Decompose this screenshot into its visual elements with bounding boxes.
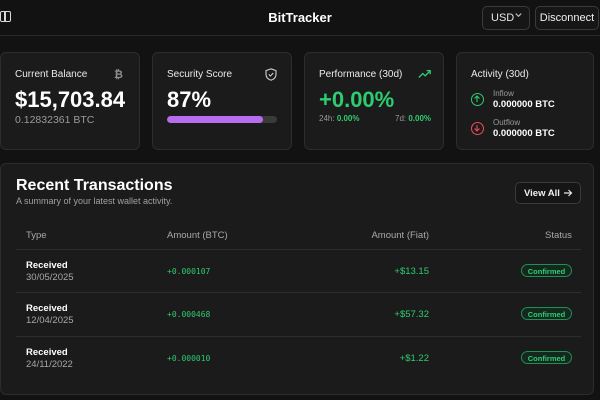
outflow-item: Outflow 0.000000 BTC — [471, 118, 591, 144]
view-all-label: View All — [524, 188, 560, 199]
balance-btc: 0.12832361 BTC — [15, 114, 95, 126]
balance-value: $15,703.84 — [15, 87, 126, 112]
transactions-subtitle: A summary of your latest wallet activity… — [16, 196, 173, 206]
chevron-down-icon — [515, 13, 522, 18]
currency-value: USD — [491, 12, 515, 24]
performance-24h: 24h: 0.00% — [319, 114, 360, 123]
tx-fiat-amount: +$13.15 — [394, 266, 429, 277]
status-badge: Confirmed — [521, 264, 572, 277]
view-all-button[interactable]: View All — [515, 182, 581, 204]
col-status-header: Status — [545, 230, 572, 241]
tx-date: 24/11/2022 — [26, 359, 73, 370]
tx-btc-amount: +0.000107 — [167, 267, 211, 276]
col-fiat-header: Amount (Fiat) — [371, 230, 429, 241]
activity-label: Activity (30d) — [471, 69, 529, 80]
inflow-label: Inflow — [493, 89, 514, 98]
outflow-value: 0.000000 BTC — [493, 128, 555, 139]
balance-label: Current Balance — [15, 69, 88, 80]
currency-select[interactable]: USD — [482, 6, 530, 30]
col-type-header: Type — [26, 230, 47, 241]
transactions-title: Recent Transactions — [16, 177, 173, 194]
outflow-label: Outflow — [493, 118, 521, 127]
status-badge: Confirmed — [521, 307, 572, 320]
security-progress-fill — [167, 116, 263, 123]
arrow-down-circle-icon — [471, 122, 484, 135]
disconnect-button[interactable]: Disconnect — [535, 6, 599, 30]
performance-7d-label: 7d: — [395, 114, 407, 123]
tx-btc-amount: +0.000010 — [167, 354, 211, 363]
bitcoin-icon: ₿ — [114, 69, 123, 81]
inflow-value: 0.000000 BTC — [493, 99, 555, 110]
security-card: Security Score 87% — [152, 52, 292, 150]
performance-label: Performance (30d) — [319, 69, 403, 80]
inflow-item: Inflow 0.000000 BTC — [471, 89, 591, 115]
performance-value: +0.00% — [319, 87, 395, 112]
tx-type: Received — [26, 303, 68, 314]
tx-fiat-amount: +$1.22 — [399, 353, 429, 364]
security-progress-bar — [167, 116, 277, 123]
arrow-up-circle-icon — [471, 93, 484, 106]
security-label: Security Score — [167, 69, 233, 80]
status-badge: Confirmed — [521, 351, 572, 364]
performance-24h-value: 0.00% — [336, 114, 360, 123]
shield-icon — [265, 68, 277, 81]
performance-7d: 7d: 0.00% — [395, 114, 431, 123]
arrow-right-icon — [564, 189, 573, 197]
performance-7d-value: 0.00% — [408, 114, 432, 123]
performance-24h-label: 24h: — [319, 114, 335, 123]
tx-date: 30/05/2025 — [26, 272, 74, 283]
tx-fiat-amount: +$57.32 — [394, 309, 429, 320]
tx-type: Received — [26, 260, 68, 271]
activity-card: Activity (30d) Inflow 0.000000 BTC Outfl… — [456, 52, 594, 150]
performance-card: Performance (30d) +0.00% 24h: 0.00% 7d: … — [304, 52, 444, 150]
trending-up-icon — [418, 69, 431, 78]
tx-date: 12/04/2025 — [26, 315, 74, 326]
security-value: 87% — [167, 87, 212, 112]
row-divider — [16, 292, 581, 293]
balance-card: Current Balance ₿ $15,703.84 0.12832361 … — [0, 52, 140, 150]
col-btc-header: Amount (BTC) — [167, 230, 228, 241]
row-divider — [16, 336, 581, 337]
row-divider — [16, 249, 581, 250]
tx-type: Received — [26, 347, 68, 358]
tx-btc-amount: +0.000468 — [167, 310, 211, 319]
transactions-card: Recent Transactions A summary of your la… — [0, 163, 594, 395]
top-bar: BitTracker USD Disconnect — [0, 0, 600, 36]
